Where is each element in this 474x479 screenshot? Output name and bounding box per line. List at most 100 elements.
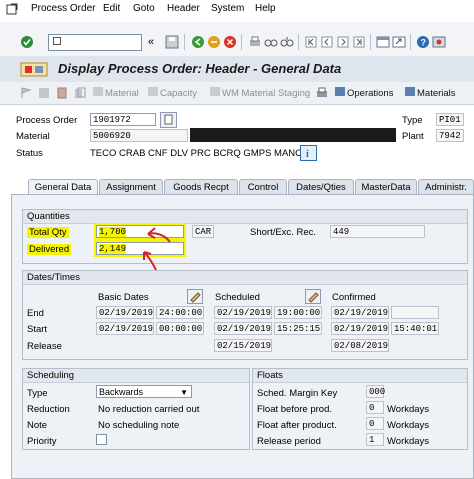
- last-page-icon[interactable]: [352, 35, 366, 49]
- reduction-label: Reduction: [27, 404, 70, 415]
- reduction-value: No reduction carried out: [98, 404, 200, 415]
- help-icon[interactable]: ?: [416, 35, 430, 49]
- release-period-label: Release period: [257, 436, 321, 447]
- conf-start-date[interactable]: 02/19/2019: [331, 322, 389, 335]
- menu-icon[interactable]: [6, 3, 18, 15]
- release-period-unit: Workdays: [387, 436, 430, 447]
- conf-release-date[interactable]: 02/08/2019: [331, 339, 389, 352]
- find-icon[interactable]: [264, 35, 278, 49]
- exit-icon[interactable]: [207, 35, 221, 49]
- back-icon[interactable]: [191, 35, 205, 49]
- menu-process-order[interactable]: Process Order: [31, 3, 95, 14]
- conf-end-time[interactable]: [391, 306, 439, 319]
- tab-masterdata[interactable]: MasterData: [355, 179, 417, 194]
- materials-button[interactable]: Materials: [405, 87, 456, 99]
- sched-release-date[interactable]: 02/15/2019: [214, 339, 272, 352]
- scheduling-type-select[interactable]: Backwards ▼: [96, 385, 192, 398]
- basic-dates-label: Basic Dates: [98, 292, 149, 303]
- float-before-label: Float before prod.: [257, 404, 332, 415]
- note-label: Note: [27, 420, 48, 431]
- delivered-label: Delivered: [27, 244, 72, 255]
- type-field[interactable]: PI01: [436, 113, 464, 126]
- scheduling-type-value: Backwards: [99, 387, 144, 397]
- plant-field[interactable]: 7942: [436, 129, 464, 142]
- menu-header[interactable]: Header: [167, 3, 200, 14]
- float-after-unit: Workdays: [387, 420, 430, 431]
- total-qty-label: Total Qty: [27, 227, 69, 238]
- basic-dates-edit-icon[interactable]: [187, 289, 203, 304]
- command-field[interactable]: [48, 34, 142, 51]
- menu-system[interactable]: System: [211, 3, 244, 14]
- basic-end-time[interactable]: 24:00:00: [156, 306, 204, 319]
- float-before-unit: Workdays: [387, 404, 430, 415]
- next-page-icon[interactable]: [336, 35, 350, 49]
- float-after-field[interactable]: 0: [366, 417, 384, 430]
- material-button[interactable]: Material: [93, 87, 139, 99]
- tab-general-data[interactable]: General Data: [28, 179, 98, 195]
- end-label: End: [27, 308, 44, 319]
- operations-button[interactable]: Operations: [335, 87, 393, 99]
- standard-toolbar: « ?: [0, 22, 474, 57]
- sched-start-date[interactable]: 02/19/2019: [214, 322, 272, 335]
- redacted-material-description: [190, 128, 396, 142]
- customize-layout-icon[interactable]: [432, 35, 446, 49]
- first-page-icon[interactable]: [304, 35, 318, 49]
- flag-icon[interactable]: [20, 87, 32, 99]
- wm-staging-button[interactable]: WM Material Staging: [210, 87, 310, 99]
- tab-administr[interactable]: Administr.: [418, 179, 474, 194]
- document-pair-icon[interactable]: [74, 87, 86, 99]
- materials-icon: [405, 87, 415, 96]
- basic-start-time[interactable]: 00:00:00: [156, 322, 204, 335]
- menu-help[interactable]: Help: [255, 3, 276, 14]
- shortcut-icon[interactable]: [392, 35, 406, 49]
- margin-key-field[interactable]: 000: [366, 385, 385, 398]
- tab-dates-qties[interactable]: Dates/Qties: [288, 179, 354, 194]
- wm-staging-icon: [210, 87, 220, 96]
- document-icon[interactable]: [56, 87, 68, 99]
- menu-edit[interactable]: Edit: [103, 3, 120, 14]
- process-order-label: Process Order: [16, 115, 78, 126]
- conf-end-date[interactable]: 02/19/2019: [331, 306, 389, 319]
- print-icon[interactable]: [248, 35, 262, 49]
- hierarchy-icon[interactable]: [38, 87, 50, 99]
- save-icon[interactable]: [165, 35, 179, 49]
- sched-end-date[interactable]: 02/19/2019: [214, 306, 272, 319]
- find-next-icon[interactable]: [280, 35, 294, 49]
- release-period-field[interactable]: 1: [366, 433, 384, 446]
- previous-page-icon[interactable]: [320, 35, 334, 49]
- menu-goto[interactable]: Goto: [133, 3, 155, 14]
- confirmed-label: Confirmed: [332, 292, 376, 303]
- conf-start-time[interactable]: 15:40:01: [391, 322, 439, 335]
- float-before-field[interactable]: 0: [366, 401, 384, 414]
- history-chevron-icon[interactable]: «: [148, 35, 162, 49]
- material-label: Material: [16, 131, 50, 142]
- sched-start-time[interactable]: 15:25:15: [274, 322, 322, 335]
- release-label: Release: [27, 341, 62, 352]
- status-label: Status: [16, 148, 43, 159]
- wm-staging-button-label: WM Material Staging: [222, 88, 311, 99]
- enter-check-icon[interactable]: [20, 35, 34, 49]
- application-toolbar: Material Capacity WM Material Staging Op…: [0, 82, 474, 105]
- process-order-field[interactable]: 1901972: [90, 113, 156, 126]
- scheduled-edit-icon[interactable]: [305, 289, 321, 304]
- title-bar: Display Process Order: Header - General …: [0, 56, 474, 82]
- short-exc-field[interactable]: 449: [330, 225, 425, 238]
- floats-title: Floats: [253, 369, 467, 383]
- order-document-button-icon[interactable]: [160, 112, 177, 128]
- cancel-icon[interactable]: [223, 35, 237, 49]
- capacity-button[interactable]: Capacity: [148, 87, 197, 99]
- scheduling-title: Scheduling: [23, 369, 249, 383]
- priority-checkbox[interactable]: [96, 434, 107, 445]
- material-field[interactable]: 5006920: [90, 129, 188, 142]
- basic-start-date[interactable]: 02/19/2019: [96, 322, 154, 335]
- margin-key-label: Sched. Margin Key: [257, 388, 338, 399]
- sched-end-time[interactable]: 19:00:00: [274, 306, 322, 319]
- basic-end-date[interactable]: 02/19/2019: [96, 306, 154, 319]
- new-session-icon[interactable]: [376, 35, 390, 49]
- status-info-icon[interactable]: i: [300, 145, 317, 161]
- tab-control[interactable]: Control: [239, 179, 287, 194]
- tab-assignment[interactable]: Assignment: [99, 179, 163, 194]
- tab-goods-recpt[interactable]: Goods Recpt: [164, 179, 238, 194]
- print-order-icon[interactable]: [316, 87, 328, 99]
- dates-times-title: Dates/Times: [23, 271, 467, 285]
